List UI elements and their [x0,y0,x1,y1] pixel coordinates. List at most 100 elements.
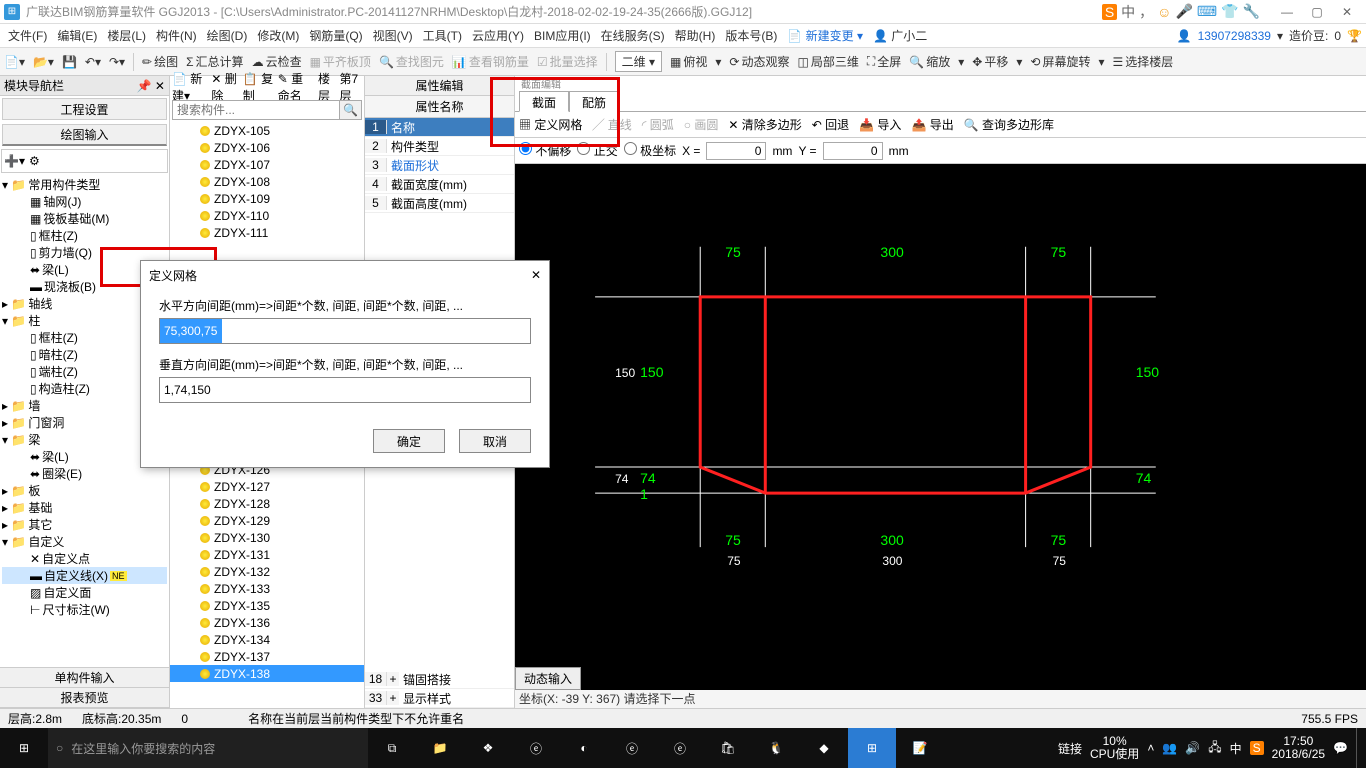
circle-button[interactable]: ○ 画圆 [684,116,719,133]
tray-sogou-icon[interactable]: S [1250,741,1264,755]
menu-draw[interactable]: 绘图(D) [203,25,252,46]
user-label[interactable]: 👤 广小二 [869,25,931,46]
select-floor-button[interactable]: ☰ 选择楼层 [1113,53,1174,70]
ime-face-icon[interactable]: ☺ [1157,4,1171,20]
batch-select-button[interactable]: ☑ 批量选择 [537,53,598,70]
qq-icon[interactable]: 🐧 [752,728,800,768]
menu-version[interactable]: 版本号(B) [721,25,781,46]
menu-component[interactable]: 构件(N) [152,25,201,46]
list-item[interactable]: ZDYX-106 [214,141,270,155]
tree-item[interactable]: 自定义点 [42,550,90,567]
taskview-icon[interactable]: ⧉ [368,728,416,768]
drawing-canvas[interactable]: 75 300 75 150 74 1 150 74 75 300 75 150 … [515,164,1366,690]
prop-row[interactable]: 名称 [387,119,514,136]
list-item[interactable]: ZDYX-107 [214,158,270,172]
redo-icon[interactable]: ↷▾ [109,55,125,69]
new-icon[interactable]: 📄▾ [4,55,25,69]
menu-view[interactable]: 视图(V) [369,25,417,46]
sogou-icon[interactable]: S [1102,4,1117,20]
list-item[interactable]: ZDYX-128 [214,497,270,511]
topview-button[interactable]: ▦ 俯视 [670,53,707,70]
tree-col[interactable]: 柱 [28,312,40,329]
radio-nooffset[interactable]: 不偏移 [519,142,571,159]
tray-cpu[interactable]: 10%CPU使用 [1090,735,1139,761]
query-poly-button[interactable]: 🔍 查询多边形库 [964,116,1054,133]
screen-rotate-button[interactable]: ⟲ 屏幕旋转 [1030,53,1090,70]
prop-row[interactable]: 显示样式 [399,690,514,707]
tree-beam[interactable]: 梁 [28,431,40,448]
menu-file[interactable]: 文件(F) [4,25,51,46]
prop-row[interactable]: 截面形状 [387,157,514,174]
nav-add-icon[interactable]: ➕▾ [4,154,25,168]
menu-cloud[interactable]: 云应用(Y) [468,25,528,46]
ime-keyboard-icon[interactable]: ⌨ [1197,3,1217,20]
menu-rebar[interactable]: 钢筋量(Q) [305,25,366,46]
menu-modify[interactable]: 修改(M) [253,25,303,46]
v-spacing-input[interactable] [159,377,531,403]
list-item[interactable]: ZDYX-129 [214,514,270,528]
cloud-check-button[interactable]: ☁ 云检查 [252,53,302,70]
tray-clock[interactable]: 17:502018/6/25 [1272,735,1325,761]
tree-item[interactable]: 构造柱(Z) [39,380,90,397]
dynamic-input-button[interactable]: 动态输入 [515,667,581,690]
menu-edit[interactable]: 编辑(E) [53,25,101,46]
component-search-input[interactable] [172,100,340,120]
tab-rebar[interactable]: 配筋 [569,91,619,112]
edge-icon[interactable]: ⓔ [512,728,560,768]
list-item-selected[interactable]: ZDYX-138 [214,667,270,681]
define-grid-button[interactable]: ▦ 定义网格 [519,116,582,133]
zoom-button[interactable]: 🔍 缩放 [909,53,950,70]
radio-polar[interactable]: 极坐标 [624,142,676,159]
tree-item[interactable]: 圈梁(E) [42,465,82,482]
ime-mic-icon[interactable]: 🎤 [1175,3,1192,20]
prop-row[interactable]: 截面宽度(mm) [387,176,514,193]
expand-icon[interactable]: + [387,672,399,686]
prop-row[interactable]: 构件类型 [387,138,514,155]
h-spacing-input[interactable] [159,318,531,344]
list-item[interactable]: ZDYX-127 [214,480,270,494]
menu-bim[interactable]: BIM应用(I) [530,25,595,46]
tree-item[interactable]: 自定义面 [43,584,91,601]
app-icon-3[interactable]: ◆ [800,728,848,768]
orbit-button[interactable]: ⟳ 动态观察 [729,53,789,70]
tree-custom[interactable]: 自定义 [28,533,64,550]
list-item[interactable]: ZDYX-109 [214,192,270,206]
phone-dropdown-icon[interactable]: ▾ [1277,29,1283,43]
note-icon[interactable]: 📝 [896,728,944,768]
start-button[interactable]: ⊞ [0,728,48,768]
tree-door[interactable]: 门窗洞 [28,414,64,431]
tree-common[interactable]: 常用构件类型 [28,176,100,193]
tree-item[interactable]: 框柱(Z) [39,227,78,244]
menu-online[interactable]: 在线服务(S) [597,25,669,46]
tree-item[interactable]: 尺寸标注(W) [42,601,109,618]
x-input[interactable] [706,142,766,160]
list-item[interactable]: ZDYX-108 [214,175,270,189]
pan-button[interactable]: ✥ 平移 [972,53,1008,70]
phone-number[interactable]: 13907298339 [1198,29,1271,43]
tray-up-icon[interactable]: ˄ [1147,741,1154,755]
tree-slab[interactable]: 板 [28,482,40,499]
tree-item-selected[interactable]: 自定义线(X) [44,567,108,584]
arc-button[interactable]: ◜ 圆弧 [642,116,674,133]
ok-button[interactable]: 确定 [373,429,445,453]
maximize-button[interactable]: ▢ [1302,2,1332,22]
menu-tool[interactable]: 工具(T) [419,25,466,46]
nav-foot-report[interactable]: 报表预览 [0,688,169,708]
level-top-button[interactable]: ▦ 平齐板顶 [310,53,371,70]
list-item[interactable]: ZDYX-133 [214,582,270,596]
sum-button[interactable]: Σ 汇总计算 [186,53,243,70]
tree-wall[interactable]: 墙 [28,397,40,414]
tray-notifications-icon[interactable]: 💬 [1333,741,1348,755]
ime-zh[interactable]: 中 [1121,2,1135,22]
import-button[interactable]: 📥 导入 [859,116,901,133]
save-icon[interactable]: 💾 [62,55,77,69]
edge2-icon[interactable]: ⓔ [608,728,656,768]
view-rebar-button[interactable]: 📊 查看钢筋量 [452,53,529,70]
beans-icon[interactable]: 🏆 [1347,29,1362,43]
draw-button[interactable]: ✏ 绘图 [142,53,178,70]
ggj-taskbar-icon[interactable]: ⊞ [848,728,896,768]
tray-people-icon[interactable]: 👥 [1162,741,1177,755]
close-button[interactable]: ✕ [1332,2,1362,22]
line-button[interactable]: ╱ 直线 [592,116,631,133]
y-input[interactable] [823,142,883,160]
